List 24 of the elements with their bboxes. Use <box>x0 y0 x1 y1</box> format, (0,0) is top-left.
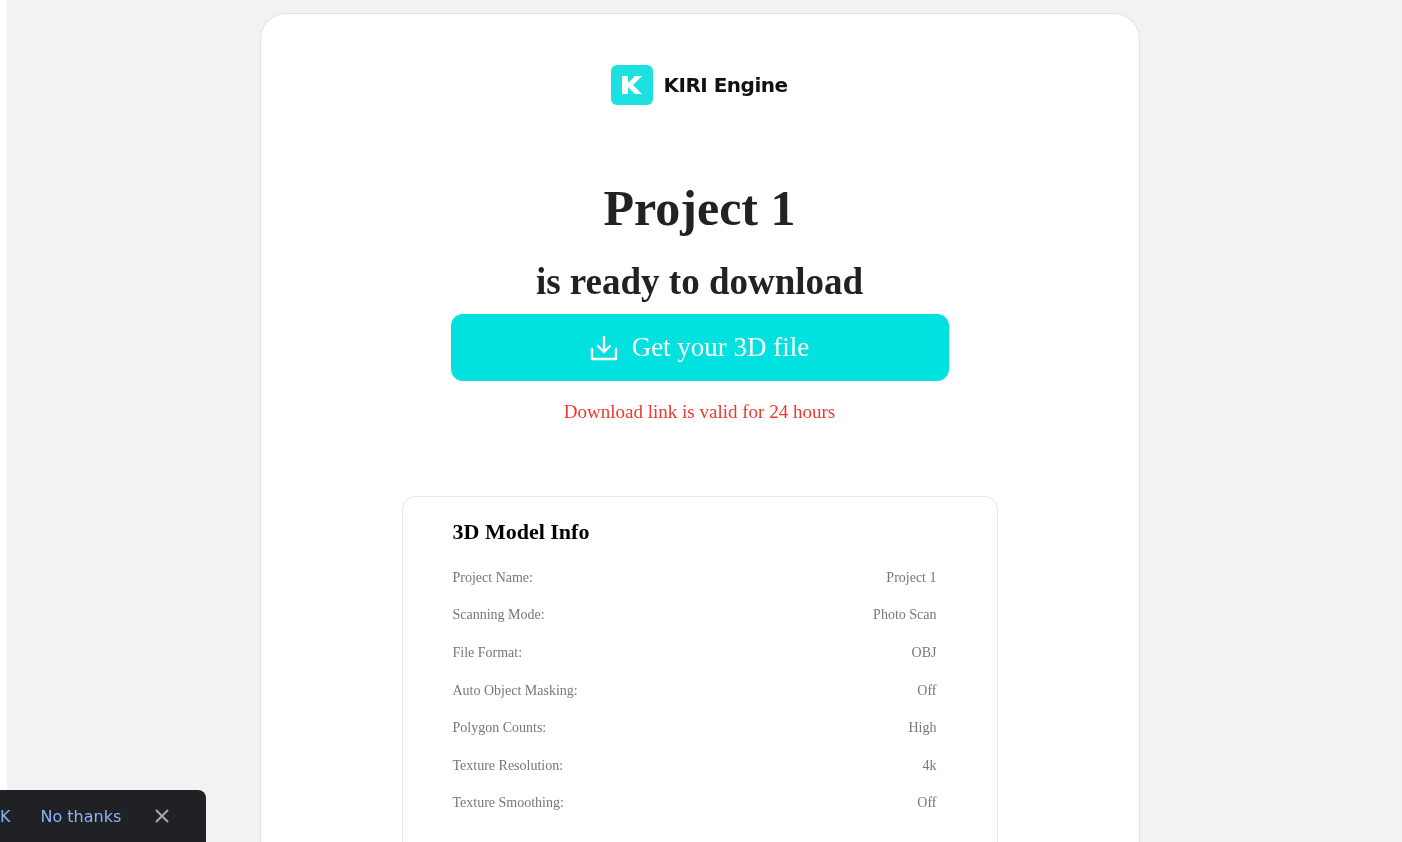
close-icon <box>155 809 170 823</box>
info-value: High <box>908 720 937 737</box>
download-icon <box>589 334 618 361</box>
info-label: Project Name: <box>452 569 533 586</box>
snackbar-action[interactable]: No thanks <box>40 806 122 826</box>
info-value: 4k <box>922 757 937 774</box>
validity-note: Download link is valid for 24 hours <box>563 401 836 423</box>
info-label: File Format: <box>452 645 523 661</box>
brand-name: KIRI Engine <box>663 73 788 97</box>
info-label: Auto Object Masking: <box>452 682 578 699</box>
subtitle: is ready to download <box>535 263 864 300</box>
info-label: Scanning Mode: <box>452 607 545 624</box>
logo-icon <box>611 65 654 105</box>
snackbar-action[interactable]: K <box>0 806 11 826</box>
info-value: OBJ <box>911 645 937 661</box>
info-label: Polygon Counts: <box>452 720 547 737</box>
info-label: Texture Resolution: <box>452 757 564 774</box>
info-value: Photo Scan <box>873 607 937 624</box>
info-value: Off <box>917 682 937 699</box>
info-value: Project 1 <box>886 569 937 586</box>
info-value: Off <box>917 795 937 812</box>
close-button[interactable] <box>155 809 170 823</box>
model-info-heading: 3D Model Info <box>452 519 591 545</box>
info-label: Texture Smoothing: <box>452 795 564 812</box>
